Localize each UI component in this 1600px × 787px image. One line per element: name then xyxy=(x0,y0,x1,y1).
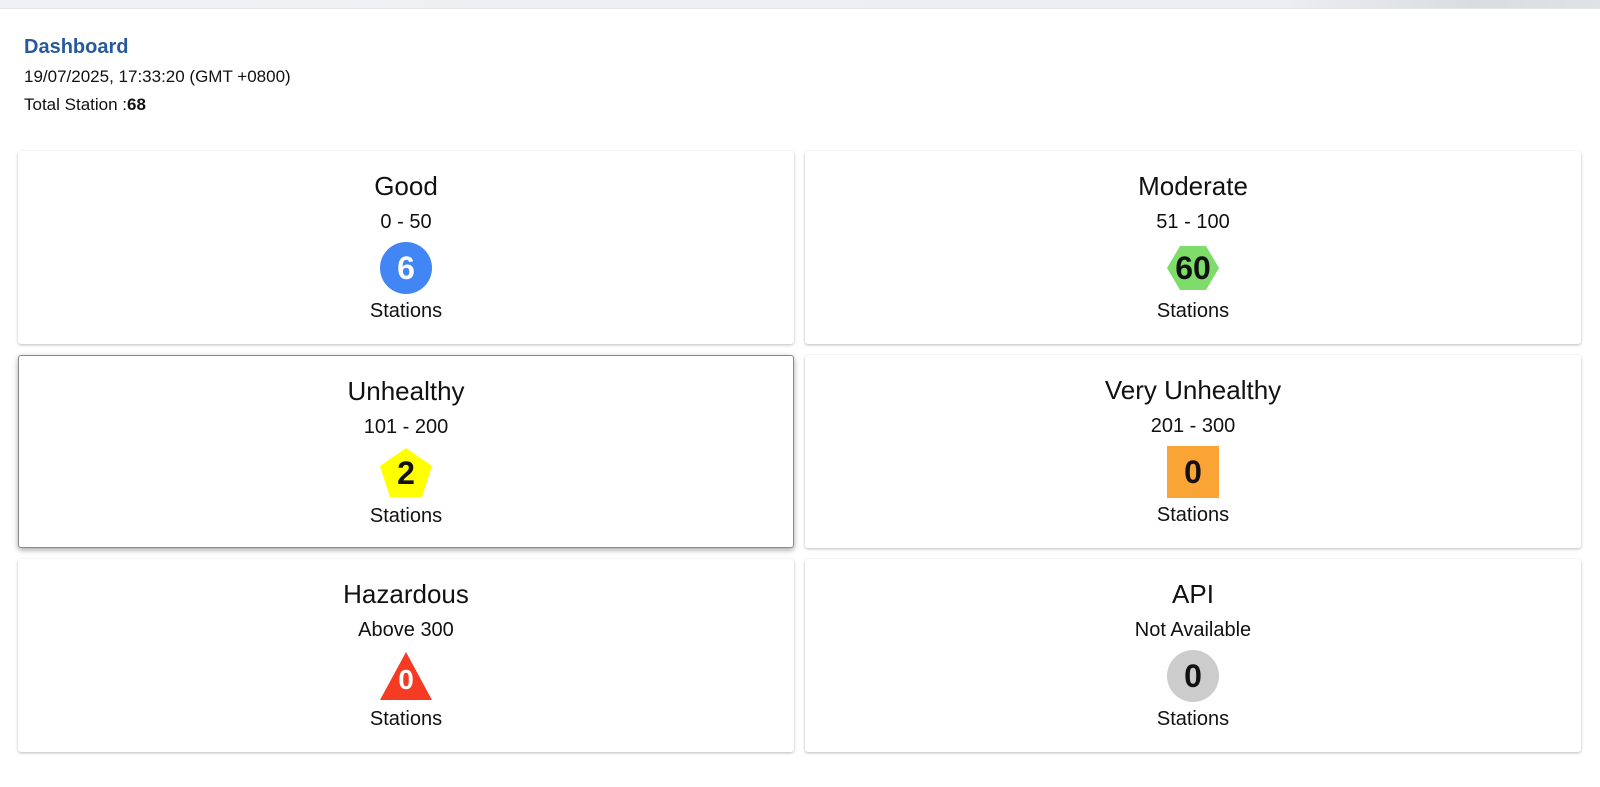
aqi-card-api[interactable]: API Not Available 0 Stations xyxy=(805,559,1581,752)
card-title: API xyxy=(1172,579,1214,609)
total-stations-value: 68 xyxy=(127,95,146,114)
card-subtitle: Stations xyxy=(369,505,443,527)
pentagon-badge-icon: 2 xyxy=(378,445,434,501)
station-count: 6 xyxy=(397,250,415,286)
aqi-card-good[interactable]: Good 0 - 50 6 Stations xyxy=(18,151,794,344)
card-subtitle: Stations xyxy=(369,300,443,322)
circle-badge-icon: 6 xyxy=(378,240,434,296)
card-title: Good xyxy=(374,171,438,201)
card-title: Moderate xyxy=(1138,171,1248,201)
total-stations-label: Total Station : xyxy=(24,95,128,114)
card-title: Unhealthy xyxy=(347,376,465,406)
card-subtitle: Stations xyxy=(1156,708,1230,730)
station-count: 0 xyxy=(1184,454,1202,490)
aqi-card-hazardous[interactable]: Hazardous Above 300 0 Stations xyxy=(18,559,794,752)
aqi-card-very-unhealthy[interactable]: Very Unhealthy 201 - 300 0 Stations xyxy=(805,355,1581,548)
card-title: Hazardous xyxy=(343,579,469,609)
card-title: Very Unhealthy xyxy=(1104,375,1282,405)
card-range: 201 - 300 xyxy=(1150,415,1236,437)
card-range: Above 300 xyxy=(358,619,454,641)
card-subtitle: Stations xyxy=(1156,300,1230,322)
total-stations: Total Station :68 xyxy=(24,94,291,116)
station-count: 0 xyxy=(1184,658,1202,694)
aqi-card-moderate[interactable]: Moderate 51 - 100 60 Stations xyxy=(805,151,1581,344)
triangle-badge-icon: 0 xyxy=(378,648,434,704)
circle-badge-icon: 0 xyxy=(1165,648,1221,704)
dashboard-header: Dashboard 19/07/2025, 17:33:20 (GMT +080… xyxy=(24,34,291,116)
card-subtitle: Stations xyxy=(1156,504,1230,526)
aqi-category-grid: Good 0 - 50 6 Stations Moderate 51 - 100… xyxy=(18,151,1581,752)
square-badge-icon: 0 xyxy=(1165,444,1221,500)
aqi-card-unhealthy[interactable]: Unhealthy 101 - 200 2 Stations xyxy=(18,355,794,548)
card-range: Not Available xyxy=(1134,619,1252,641)
station-count: 0 xyxy=(398,664,414,695)
page-title: Dashboard xyxy=(24,36,129,58)
top-bar xyxy=(0,0,1600,9)
hexagon-badge-icon: 60 xyxy=(1165,240,1221,296)
card-range: 51 - 100 xyxy=(1156,211,1230,233)
station-count: 60 xyxy=(1175,250,1211,286)
timestamp: 19/07/2025, 17:33:20 (GMT +0800) xyxy=(24,67,291,86)
card-subtitle: Stations xyxy=(369,708,443,730)
card-range: 101 - 200 xyxy=(363,416,449,438)
card-range: 0 - 50 xyxy=(380,211,432,233)
station-count: 2 xyxy=(397,455,415,491)
